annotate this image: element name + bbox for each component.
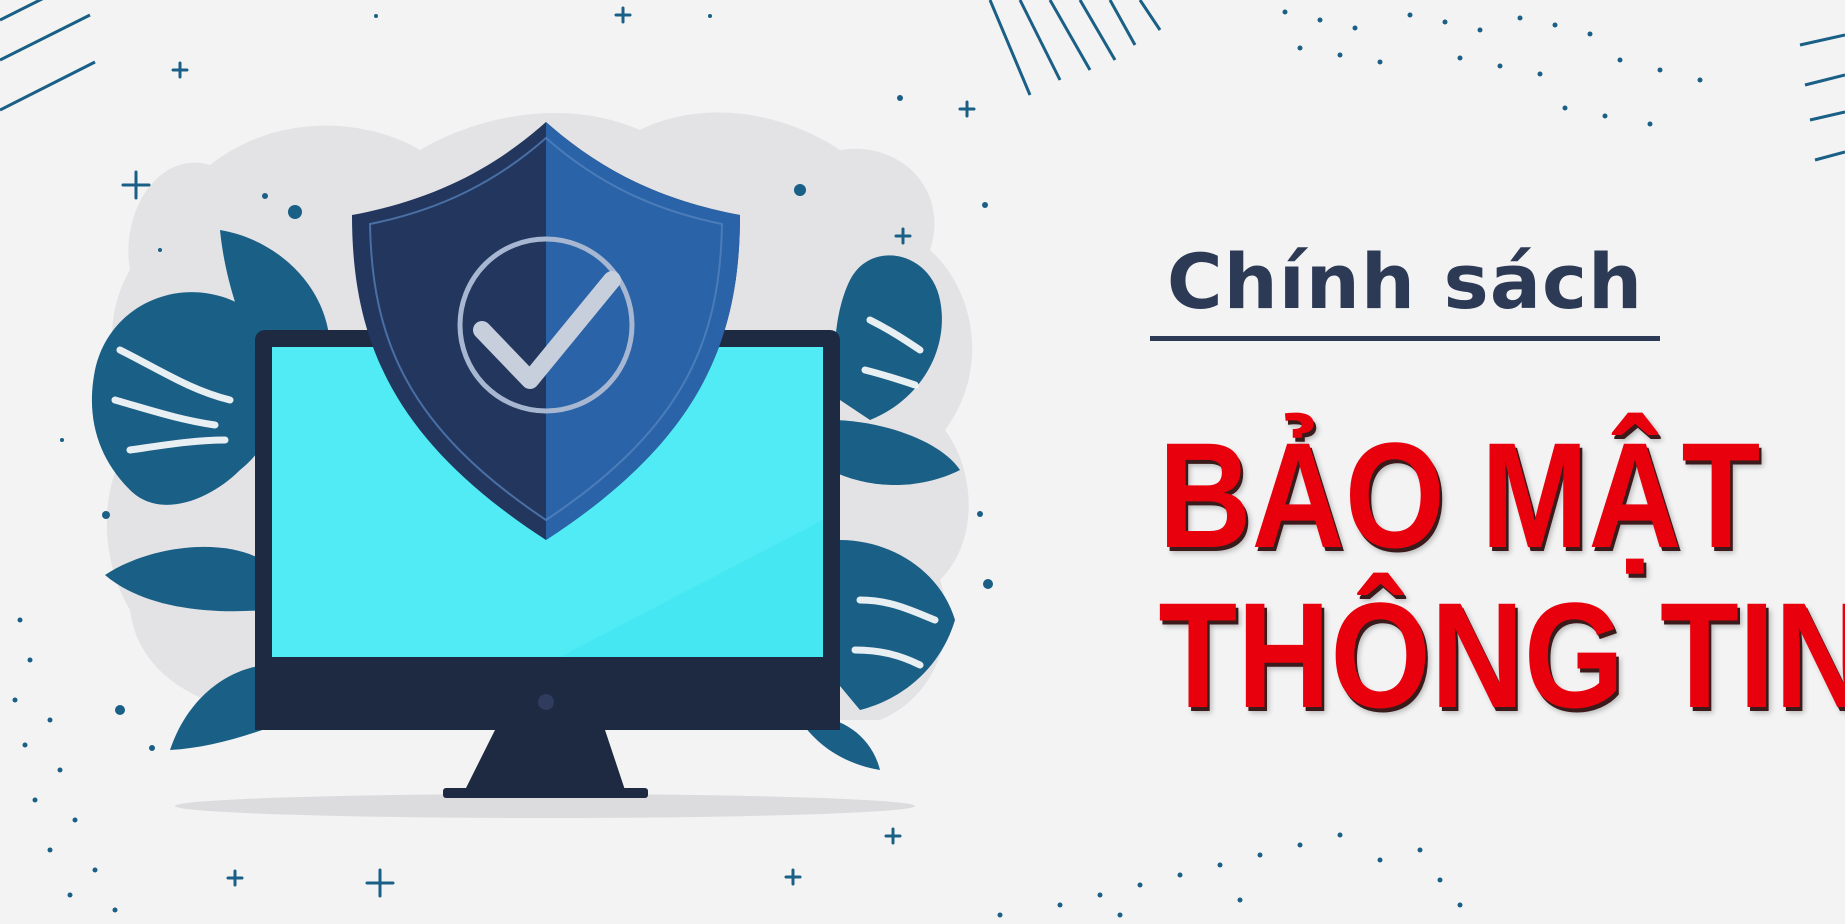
subtitle: Chính sách (1166, 237, 1644, 326)
headline-line-1: BẢO MẬT (1158, 411, 1761, 579)
subtitle-underline (1150, 336, 1660, 341)
subtitle-block: Chính sách (1150, 232, 1660, 341)
headline-line-2: THÔNG TIN (1158, 571, 1845, 739)
security-banner: Chính sách BẢO MẬT THÔNG TIN (0, 0, 1845, 924)
